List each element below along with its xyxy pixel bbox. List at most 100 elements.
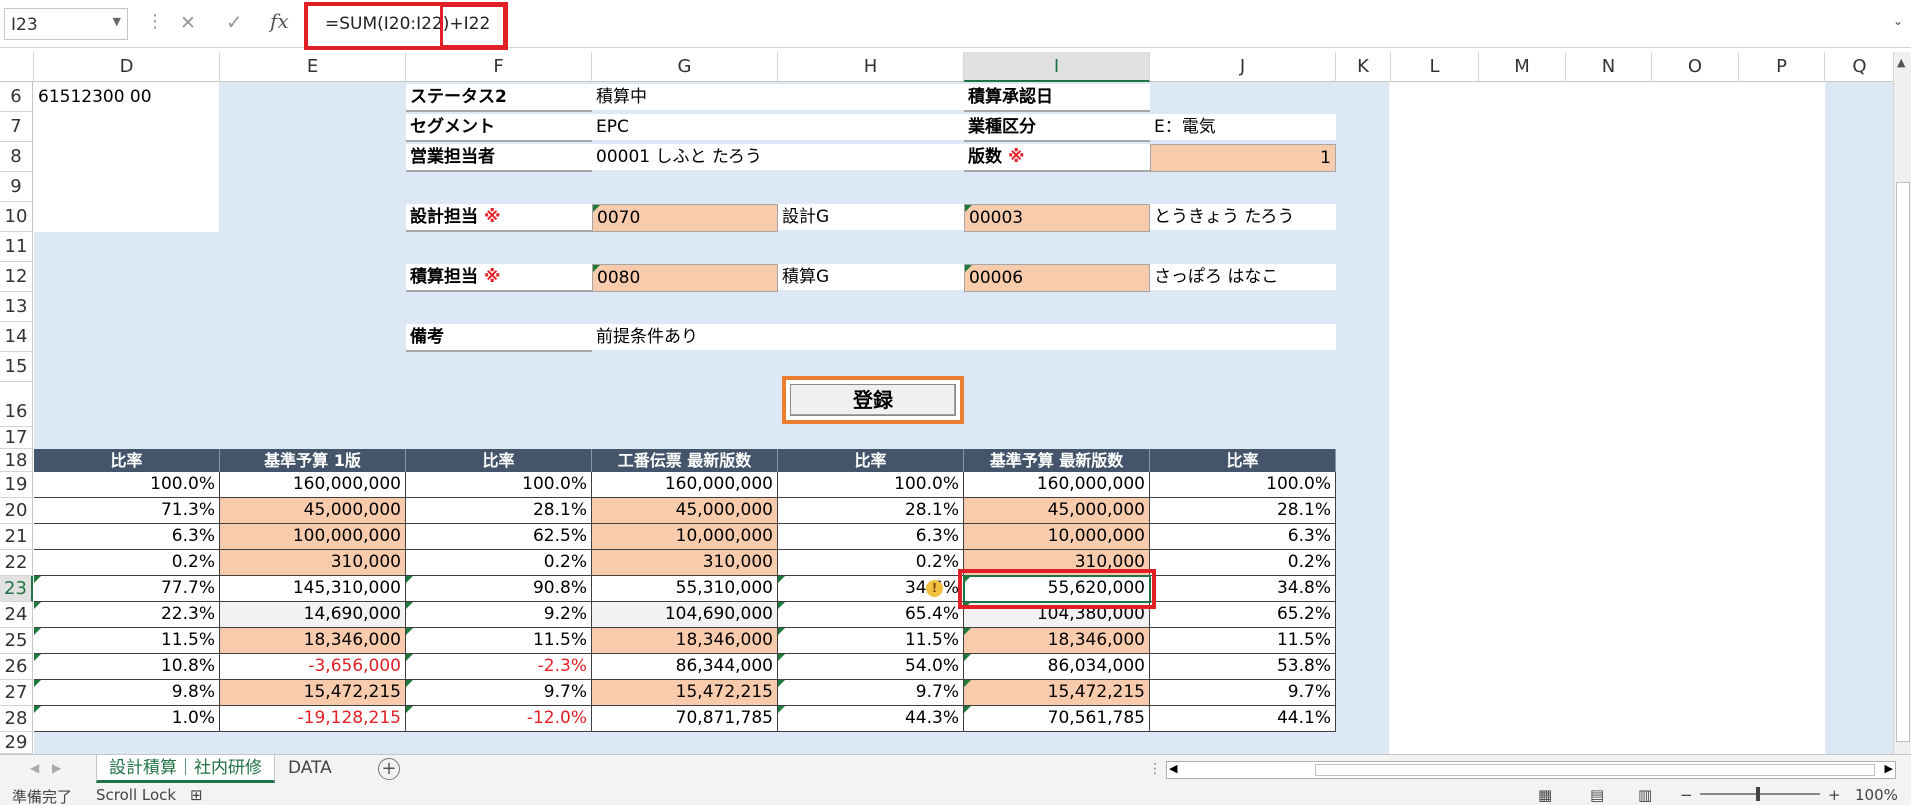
table-cell[interactable]: 65.2% [1150, 602, 1336, 628]
table-cell[interactable]: 10.8% [34, 654, 220, 680]
col-header-m[interactable]: M [1479, 52, 1566, 82]
row-header-25[interactable]: 25 [0, 628, 33, 654]
col-header-l[interactable]: L [1391, 52, 1479, 82]
table-cell[interactable]: 15,472,215 [592, 680, 778, 706]
tab-sekkei-sekisan[interactable]: 設計積算｜社内研修 [96, 755, 275, 783]
table-cell[interactable]: 28.1% [406, 498, 592, 524]
tab-prev-icon[interactable]: ◀ [30, 761, 39, 775]
col-header-j[interactable]: J [1150, 52, 1336, 82]
scroll-up-icon[interactable]: ▲ [1897, 56, 1905, 69]
table-cell[interactable]: 77.7% [34, 576, 220, 602]
table-cell[interactable]: 34.8% [1150, 576, 1336, 602]
scroll-left-icon[interactable]: ◀ [1169, 762, 1177, 775]
table-cell[interactable]: 0.2% [406, 550, 592, 576]
row-header-13[interactable]: 13 [0, 292, 33, 322]
warning-icon[interactable]: ! [926, 580, 943, 597]
edition-value[interactable]: 1 [1150, 144, 1336, 172]
expand-formula-bar-icon[interactable]: ⌄ [1893, 14, 1903, 28]
zoom-in-icon[interactable]: + [1828, 786, 1841, 804]
col-header-d[interactable]: D [34, 52, 220, 82]
table-cell[interactable]: 100,000,000 [220, 524, 406, 550]
table-cell[interactable]: 86,344,000 [592, 654, 778, 680]
row-header-29[interactable]: 29 [0, 732, 33, 754]
table-cell[interactable]: 100.0% [406, 472, 592, 498]
table-cell[interactable]: 11.5% [1150, 628, 1336, 654]
table-cell[interactable]: 160,000,000 [592, 472, 778, 498]
zoom-out-icon[interactable]: − [1680, 786, 1693, 804]
table-cell[interactable]: 28.1% [1150, 498, 1336, 524]
name-box[interactable]: I23 ▼ [4, 8, 128, 40]
chevron-down-icon[interactable]: ▼ [113, 15, 121, 28]
table-cell[interactable]: -19,128,215 [220, 706, 406, 732]
table-cell[interactable]: 310,000 [220, 550, 406, 576]
page-break-icon[interactable]: ▥ [1638, 786, 1652, 804]
table-cell[interactable]: 15,472,215 [220, 680, 406, 706]
row-header-8[interactable]: 8 [0, 142, 33, 172]
row-header-24[interactable]: 24 [0, 602, 33, 628]
industry-value[interactable]: E：電気 [1150, 114, 1336, 140]
col-header-f[interactable]: F [406, 52, 592, 82]
row-header-12[interactable]: 12 [0, 262, 33, 292]
horizontal-scroll-thumb[interactable] [1315, 764, 1875, 776]
row-header-7[interactable]: 7 [0, 112, 33, 142]
cell-d6[interactable]: 61512300 00 [34, 84, 220, 110]
table-cell[interactable]: 65.4% [778, 602, 964, 628]
col-header-k[interactable]: K [1336, 52, 1391, 82]
col-header-e[interactable]: E [220, 52, 406, 82]
table-cell[interactable]: 62.5% [406, 524, 592, 550]
table-cell[interactable]: 9.2% [406, 602, 592, 628]
zoom-slider-thumb[interactable] [1756, 787, 1760, 801]
table-cell[interactable]: 10,000,000 [592, 524, 778, 550]
splitter-icon[interactable]: ⋮ [1148, 761, 1162, 777]
page-layout-icon[interactable]: ▤ [1590, 786, 1604, 804]
row-header-17[interactable]: 17 [0, 427, 33, 449]
table-cell[interactable]: 18,346,000 [592, 628, 778, 654]
table-cell[interactable]: 160,000,000 [964, 472, 1150, 498]
table-cell[interactable]: 160,000,000 [220, 472, 406, 498]
table-cell[interactable]: 11.5% [34, 628, 220, 654]
table-cell[interactable]: 6.3% [1150, 524, 1336, 550]
table-cell[interactable]: 14,690,000 [220, 602, 406, 628]
table-cell[interactable]: 310,000 [592, 550, 778, 576]
row-header-27[interactable]: 27 [0, 680, 33, 706]
more-options-icon[interactable]: ⋮ [146, 12, 164, 32]
table-cell[interactable]: 90.8% [406, 576, 592, 602]
table-cell[interactable]: 44.3% [778, 706, 964, 732]
row-header-9[interactable]: 9 [0, 172, 33, 202]
table-cell[interactable]: 9.7% [778, 680, 964, 706]
row-header-28[interactable]: 28 [0, 706, 33, 732]
row-header-23[interactable]: 23 [0, 576, 33, 602]
table-cell[interactable]: 0.2% [34, 550, 220, 576]
table-cell[interactable]: 10,000,000 [964, 524, 1150, 550]
segment-value[interactable]: EPC [592, 114, 964, 140]
cancel-icon[interactable]: ✕ [180, 12, 196, 34]
accessibility-icon[interactable]: ⊞ [190, 786, 203, 804]
row-header-15[interactable]: 15 [0, 352, 33, 382]
estimate-person-name[interactable]: さっぽろ はなこ [1150, 264, 1336, 290]
table-cell[interactable]: 1.0% [34, 706, 220, 732]
table-cell[interactable]: 55,310,000 [592, 576, 778, 602]
table-cell[interactable]: 55,620,000 [964, 576, 1150, 602]
table-cell[interactable]: 28.1% [778, 498, 964, 524]
vertical-scrollbar[interactable]: ▲ [1893, 52, 1911, 754]
row-header-19[interactable]: 19 [0, 472, 33, 498]
table-cell[interactable]: 53.8% [1150, 654, 1336, 680]
estimate-group[interactable]: 積算G [778, 264, 964, 290]
table-cell[interactable]: 310,000 [964, 550, 1150, 576]
table-cell[interactable]: 18,346,000 [964, 628, 1150, 654]
register-button[interactable]: 登録 [790, 384, 956, 416]
table-cell[interactable]: 0.2% [1150, 550, 1336, 576]
col-header-i[interactable]: I [964, 52, 1150, 82]
sales-value[interactable]: 00001 しふと たろう [592, 144, 964, 170]
row-header-21[interactable]: 21 [0, 524, 33, 550]
col-header-g[interactable]: G [592, 52, 778, 82]
col-header-h[interactable]: H [778, 52, 964, 82]
design-person-code[interactable]: 00003 [964, 204, 1150, 232]
table-cell[interactable]: 100.0% [34, 472, 220, 498]
insert-function-icon[interactable]: fx [270, 9, 289, 33]
table-cell[interactable]: 54.0% [778, 654, 964, 680]
worksheet-grid[interactable]: D E F G H I J K L M N O P Q 6 7 8 9 10 1… [0, 52, 1911, 754]
zoom-level[interactable]: 100% [1855, 786, 1898, 804]
estimate-code[interactable]: 0080 [592, 264, 778, 292]
table-cell[interactable]: -3,656,000 [220, 654, 406, 680]
